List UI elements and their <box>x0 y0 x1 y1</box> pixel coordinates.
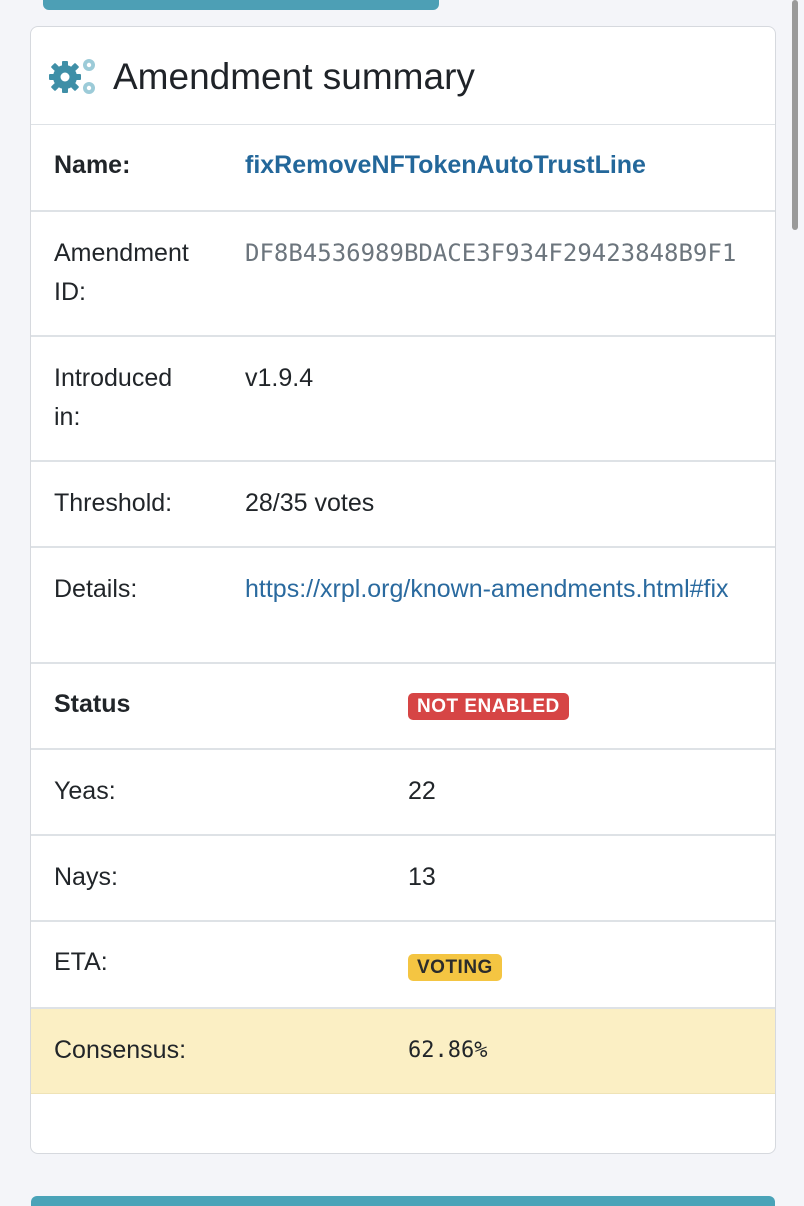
consensus-row: Consensus: 62.86% <box>31 1009 775 1094</box>
eta-row: ETA: VOTING <box>31 922 775 1009</box>
amendment-id-label-line1: Amendment <box>54 239 189 267</box>
details-link[interactable]: https://xrpl.org/known-amendments.html#f… <box>245 570 729 609</box>
yeas-label: Yeas: <box>54 777 116 805</box>
yeas-value: 22 <box>408 777 436 805</box>
threshold-label: Threshold: <box>54 489 173 517</box>
eta-badge-wrap: VOTING <box>408 946 502 985</box>
threshold-value: 28/35 votes <box>245 489 375 517</box>
consensus-label: Consensus: <box>54 1036 187 1064</box>
status-row: Status NOT ENABLED <box>31 664 775 750</box>
amendment-name-link[interactable]: fixRemoveNFTokenAutoTrustLine <box>245 146 646 185</box>
name-row: Name: fixRemoveNFTokenAutoTrustLine <box>31 124 775 212</box>
amendment-id-value: DF8B4536989BDACE3F934F29423848B9F1 <box>245 239 737 267</box>
previous-section-bar <box>43 0 439 10</box>
introduced-label-line1: Introduced <box>54 364 173 392</box>
card-header: Amendment summary <box>31 27 775 125</box>
yeas-row: Yeas: 22 <box>31 750 775 836</box>
details-row: Details: https://xrpl.org/known-amendmen… <box>31 548 775 664</box>
introduced-row: Introduced in: v1.9.4 <box>31 337 775 462</box>
status-badge-wrap: NOT ENABLED <box>408 685 569 724</box>
page-scrollbar[interactable] <box>792 0 798 230</box>
amendment-summary-card: Amendment summary Name: fixRemoveNFToken… <box>30 26 776 1154</box>
gears-icon <box>49 59 95 94</box>
nays-row: Nays: 13 <box>31 836 775 922</box>
amendment-id-label-line2: ID: <box>54 278 86 306</box>
status-label: Status <box>54 690 131 718</box>
introduced-value: v1.9.4 <box>245 364 314 392</box>
card-title: Amendment summary <box>113 56 475 97</box>
introduced-label-line2: in: <box>54 403 81 431</box>
eta-label: ETA: <box>54 948 108 976</box>
next-section-bar <box>31 1196 775 1206</box>
threshold-row: Threshold: 28/35 votes <box>31 462 775 548</box>
nays-label: Nays: <box>54 863 118 891</box>
voting-badge: VOTING <box>408 954 502 981</box>
amendment-id-row: Amendment ID: DF8B4536989BDACE3F934F2942… <box>31 212 775 337</box>
not-enabled-badge: NOT ENABLED <box>408 693 569 720</box>
name-label: Name: <box>54 151 131 179</box>
nays-value: 13 <box>408 863 436 891</box>
consensus-value: 62.86% <box>408 1038 488 1063</box>
details-label: Details: <box>54 575 138 603</box>
